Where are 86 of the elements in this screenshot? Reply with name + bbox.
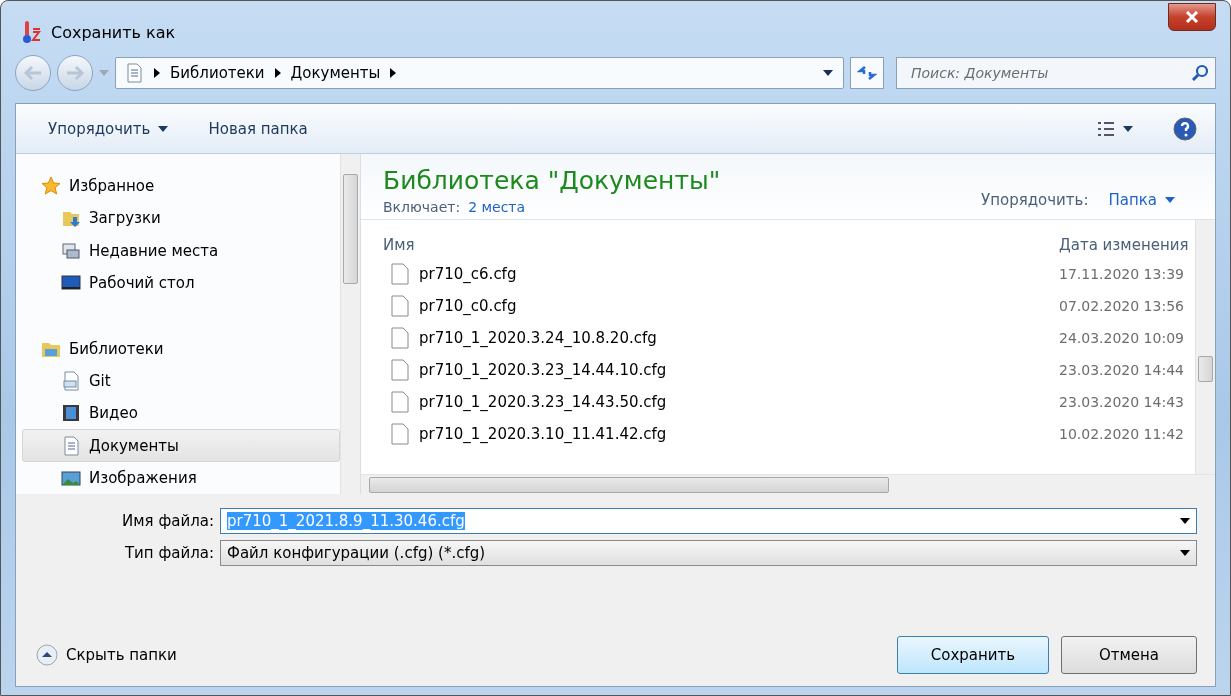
- file-date: 07.02.2020 13:56: [1058, 298, 1185, 314]
- file-date: 23.03.2020 14:43: [1058, 394, 1185, 410]
- new-folder-button[interactable]: Новая папка: [208, 115, 308, 142]
- document-icon: [61, 435, 81, 456]
- file-date: 23.03.2020 14:44: [1058, 362, 1185, 378]
- sidebar-group[interactable]: Библиотеки: [22, 332, 340, 365]
- file-name: pr710_1_2020.3.24_10.8.20.cfg: [419, 329, 657, 347]
- file-row[interactable]: pr710_1_2020.3.10_11.41.42.cfg 10.02.2020 11:42: [361, 418, 1195, 450]
- file-name: pr710_1_2020.3.10_11.41.42.cfg: [419, 425, 667, 443]
- file-icon: [391, 295, 409, 317]
- help-icon[interactable]: [1173, 116, 1197, 141]
- arrange-dropdown[interactable]: Папка: [1108, 190, 1175, 209]
- sidebar-item-label: Видео: [89, 404, 138, 423]
- back-arrow-icon: [24, 66, 42, 80]
- details-view-icon: [1097, 120, 1115, 137]
- file-row[interactable]: pr710_1_2020.3.24_10.8.20.cfg 24.03.2020 10:09: [361, 322, 1195, 354]
- search-bar[interactable]: Поиск: Документы: [896, 57, 1216, 89]
- chevron-icon[interactable]: [274, 68, 281, 78]
- close-icon: [1185, 11, 1199, 23]
- refresh-button[interactable]: [850, 57, 884, 89]
- save-button[interactable]: Сохранить: [897, 636, 1049, 674]
- hide-folders-button[interactable]: Скрыть папки: [36, 644, 177, 666]
- file-name: pr710_c0.cfg: [419, 297, 517, 315]
- sidebar-item[interactable]: Видео: [22, 397, 340, 430]
- arrange-label: Упорядочить:: [981, 190, 1089, 209]
- file-name: pr710_c6.cfg: [419, 265, 517, 283]
- forward-arrow-icon: [66, 66, 84, 80]
- column-header[interactable]: Имя: [361, 236, 1053, 254]
- file-date: 10.02.2020 11:42: [1058, 426, 1185, 442]
- sidebar-group[interactable]: Избранное: [22, 170, 340, 203]
- filetype-dropdown[interactable]: Файл конфигурации (.cfg) (*.cfg): [220, 540, 1197, 566]
- sidebar-item-label: Рабочий стол: [89, 274, 195, 293]
- locations-link[interactable]: 2 места: [468, 199, 526, 215]
- file-icon: [391, 359, 409, 381]
- horizontal-scrollbar[interactable]: [361, 474, 1215, 494]
- sidebar-item-label: Изображения: [89, 468, 197, 487]
- sidebar-item[interactable]: Рабочий стол: [22, 266, 340, 300]
- file-icon: [391, 423, 409, 445]
- sidebar-scrollbar[interactable]: [340, 154, 360, 494]
- window-title: Сохранить как: [51, 22, 177, 42]
- document-icon: [124, 63, 144, 83]
- library-title: Библиотека "Документы": [383, 166, 721, 195]
- file-name: pr710_1_2020.3.23_14.44.10.cfg: [419, 361, 667, 379]
- search-input[interactable]: Поиск: Документы: [909, 64, 1191, 82]
- sidebar-item-label: Недавние места: [89, 241, 219, 260]
- git-document-icon: [61, 370, 81, 391]
- star-icon: [41, 176, 61, 197]
- file-row[interactable]: pr710_1_2020.3.23_14.43.50.cfg 23.03.2020 14:43: [361, 386, 1195, 418]
- includes-label: Включает:: [383, 199, 461, 215]
- filetype-label: Тип файла:: [123, 544, 214, 562]
- close-button[interactable]: [1168, 3, 1216, 31]
- file-list-scrollbar[interactable]: [1195, 220, 1215, 474]
- file-row[interactable]: pr710_1_2020.3.23_14.44.10.cfg 23.03.2020 14:44: [361, 354, 1195, 386]
- file-icon: [391, 391, 409, 413]
- recent-places-icon: [61, 240, 81, 261]
- file-row[interactable]: pr710_c0.cfg 07.02.2020 13:56: [361, 290, 1195, 322]
- sidebar-item[interactable]: Документы: [22, 429, 340, 462]
- chevron-icon[interactable]: [390, 68, 397, 78]
- column-header[interactable]: Дата изменения: [1053, 236, 1195, 254]
- sidebar-item-label: Git: [89, 371, 111, 390]
- sidebar-item-label: Документы: [89, 436, 179, 455]
- file-name: pr710_1_2020.3.23_14.43.50.cfg: [419, 393, 667, 411]
- sidebar-item[interactable]: Git: [22, 364, 340, 398]
- filename-label: Имя файла:: [121, 512, 214, 530]
- file-date: 17.11.2020 13:39: [1058, 266, 1185, 282]
- organize-menu-button[interactable]: Упорядочить: [48, 115, 169, 142]
- sidebar-item[interactable]: Загрузки: [22, 202, 340, 235]
- sidebar-group-label: Библиотеки: [69, 339, 164, 358]
- address-bar[interactable]: Библиотеки Документы: [115, 57, 844, 89]
- thermometer-icon: [21, 20, 43, 44]
- address-dropdown-icon[interactable]: [823, 70, 833, 76]
- sidebar-group-label: Избранное: [69, 177, 155, 196]
- breadcrumb-item[interactable]: Библиотеки: [170, 64, 265, 82]
- sidebar-item-label: Загрузки: [89, 209, 161, 228]
- file-date: 24.03.2020 10:09: [1058, 330, 1185, 346]
- file-icon: [391, 327, 409, 349]
- file-icon: [391, 263, 409, 285]
- search-icon: [1191, 64, 1209, 82]
- refresh-arrows-icon: [857, 65, 877, 81]
- film-icon: [61, 403, 81, 424]
- cancel-button[interactable]: Отмена: [1061, 636, 1197, 674]
- sidebar-item[interactable]: Изображения: [22, 461, 340, 494]
- file-row[interactable]: pr710_c6.cfg 17.11.2020 13:39: [361, 258, 1195, 290]
- sidebar-item[interactable]: Недавние места: [22, 234, 340, 267]
- breadcrumb-item[interactable]: Документы: [290, 64, 381, 82]
- chevron-icon[interactable]: [154, 68, 160, 78]
